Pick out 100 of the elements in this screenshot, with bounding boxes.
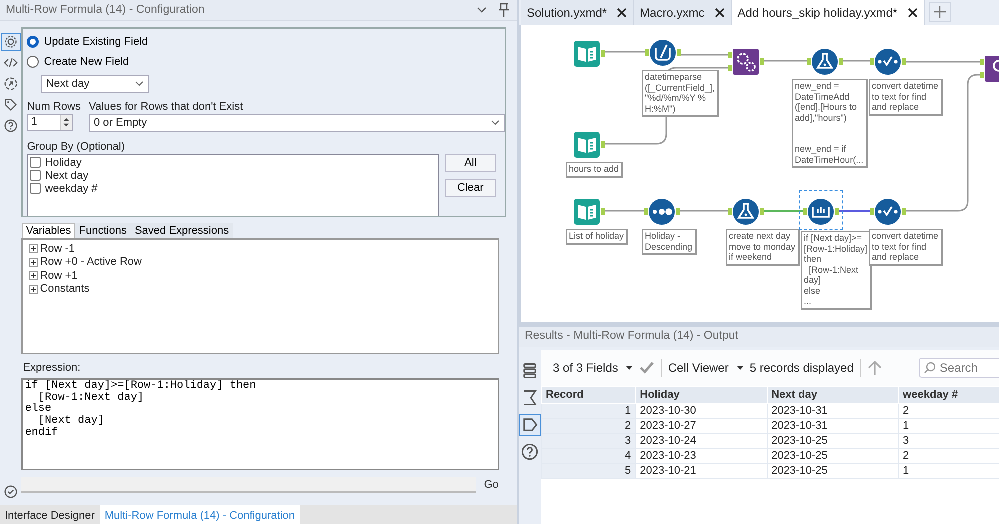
close-icon[interactable] bbox=[908, 8, 918, 18]
table-cell: 2023-10-25 bbox=[767, 448, 899, 464]
annotation-note: new_end = DateTimeAdd ([end],[Hours to add],"hours") new_end = if DateTimeHour(... bbox=[792, 79, 868, 168]
table-cell: 2023-10-21 bbox=[636, 464, 768, 478]
table-cell: 3 bbox=[898, 434, 999, 448]
connector-line bbox=[679, 210, 729, 212]
table-cell: 2 bbox=[898, 448, 999, 464]
expand-icon[interactable] bbox=[29, 271, 38, 280]
tab[interactable]: Multi-Row Formula (14) - Configuration bbox=[100, 505, 300, 524]
check-icon[interactable] bbox=[639, 361, 656, 375]
table-cell: 1 bbox=[898, 418, 999, 434]
radio-option[interactable]: Create New Field bbox=[27, 52, 130, 72]
connector-line bbox=[604, 51, 646, 53]
tree-item[interactable]: Row -1 bbox=[40, 242, 76, 255]
plus-icon bbox=[934, 6, 946, 18]
close-icon[interactable] bbox=[617, 8, 628, 18]
tag-icon bbox=[4, 98, 18, 112]
row-number: 4 bbox=[542, 448, 636, 464]
annotation-note: create next day move to monday if weekend bbox=[726, 229, 800, 266]
annotation-note: List of holiday bbox=[566, 229, 628, 244]
tab[interactable]: Solution.yxmd* bbox=[521, 0, 634, 25]
caret-icon bbox=[736, 366, 744, 370]
field-label: Expression: bbox=[22, 362, 82, 376]
list-button[interactable]: All bbox=[445, 154, 496, 172]
record-count: 5 records displayed bbox=[750, 361, 854, 375]
table-cell: 1 bbox=[898, 464, 999, 478]
connector-line bbox=[838, 210, 871, 212]
connector-line bbox=[604, 210, 645, 212]
table-cell: 2023-10-31 bbox=[767, 404, 899, 418]
connector-line bbox=[763, 60, 808, 62]
settings-tab[interactable] bbox=[0, 33, 21, 51]
list-item[interactable]: weekday # bbox=[30, 182, 436, 195]
expand-icon[interactable] bbox=[29, 258, 38, 267]
tree-item[interactable]: Row +0 - Active Row bbox=[40, 256, 142, 268]
expression-editor[interactable]: if [Next day]>=[Row-1:Holiday] then [Row-1:Next day] else [Next day] endif bbox=[21, 378, 500, 470]
help-tab[interactable] bbox=[519, 441, 541, 463]
help-icon bbox=[4, 119, 18, 133]
tag-icon bbox=[521, 416, 539, 434]
list-item[interactable]: Next day bbox=[30, 169, 436, 182]
annotation-note: hours to add bbox=[566, 162, 624, 178]
table-cell: 2023-10-30 bbox=[636, 404, 768, 418]
chevron-icon bbox=[491, 120, 500, 126]
connector-line bbox=[763, 210, 804, 212]
close-icon[interactable] bbox=[714, 8, 725, 18]
settings-icon bbox=[4, 35, 18, 49]
new-tab-button[interactable] bbox=[928, 2, 951, 22]
caret-icon bbox=[626, 366, 634, 370]
field-label: Values for Rows that don't Exist bbox=[89, 101, 244, 114]
annotation-note: Holiday - Descending bbox=[642, 229, 697, 255]
column-header[interactable]: Next day bbox=[767, 386, 899, 404]
list-item[interactable]: Holiday bbox=[30, 156, 436, 169]
search-icon bbox=[924, 362, 936, 374]
help-icon bbox=[521, 443, 539, 461]
tab[interactable]: Macro.yxmc bbox=[634, 0, 732, 25]
column-header[interactable]: Holiday bbox=[636, 386, 768, 404]
field-dropdown[interactable]: Next day bbox=[41, 75, 150, 93]
table-cell: 2023-10-27 bbox=[636, 418, 768, 434]
tab[interactable]: Saved Expressions bbox=[130, 223, 234, 238]
expand-icon[interactable] bbox=[29, 284, 38, 294]
panel-title: Multi-Row Formula (14) - Configuration bbox=[6, 4, 206, 16]
annotation-note: if [Next day]>= [Row-1:Holiday] then [Row-1:Next day] else ... bbox=[801, 231, 872, 310]
tab[interactable]: Add hours_skip holiday.yxmd* bbox=[732, 0, 925, 25]
table-cell: 2023-10-24 bbox=[636, 434, 768, 448]
tab[interactable]: Functions bbox=[75, 223, 131, 238]
row-number: 3 bbox=[542, 434, 636, 448]
values-dropdown[interactable]: 0 or Empty bbox=[89, 114, 505, 132]
connector-line bbox=[680, 54, 729, 56]
tree-item[interactable]: Constants bbox=[40, 283, 90, 296]
field-label: Num Rows bbox=[27, 101, 81, 114]
table-cell: 2023-10-23 bbox=[636, 448, 768, 464]
list-button[interactable]: Clear bbox=[445, 179, 496, 197]
table-cell: 2023-10-31 bbox=[767, 418, 899, 434]
table-cell: 2023-10-25 bbox=[767, 464, 899, 478]
row-number: 2 bbox=[542, 418, 636, 434]
table-cell: 2 bbox=[898, 404, 999, 418]
expand-icon[interactable] bbox=[29, 244, 38, 254]
fields-dropdown[interactable]: 3 of 3 Fields bbox=[553, 361, 634, 375]
annotation-note: convert datetime to text for find and replace bbox=[869, 79, 943, 116]
annotation-note: convert datetime to text for find and replace bbox=[869, 229, 943, 266]
rows-icon bbox=[521, 362, 539, 380]
field-label: Group By (Optional) bbox=[27, 141, 126, 154]
row-number: 5 bbox=[542, 464, 636, 478]
tag-tab[interactable] bbox=[519, 414, 541, 436]
column-header[interactable]: weekday # bbox=[898, 386, 999, 404]
tree-item[interactable]: Row +1 bbox=[40, 270, 78, 282]
chevron-icon bbox=[135, 81, 144, 87]
annotation-note: datetimeparse ([_CurrentField_], "%d/%m/%Y % H:%M") bbox=[642, 70, 720, 117]
radio-option[interactable]: Update Existing Field bbox=[27, 32, 148, 52]
row-number: 1 bbox=[542, 404, 636, 418]
check-circle-icon bbox=[4, 485, 18, 499]
go-button[interactable]: Go bbox=[482, 479, 501, 491]
search-field[interactable]: Search bbox=[918, 358, 999, 378]
number-field[interactable]: 1 bbox=[27, 114, 74, 131]
spinner-arrows-icon[interactable] bbox=[60, 115, 72, 130]
tab[interactable]: Variables bbox=[22, 223, 76, 238]
table-cell: 2023-10-25 bbox=[767, 434, 899, 448]
pin-icon[interactable] bbox=[497, 3, 511, 17]
viewer-dropdown[interactable]: Cell Viewer bbox=[668, 361, 744, 375]
code-icon bbox=[4, 56, 18, 70]
column-header[interactable]: Record bbox=[542, 386, 636, 404]
